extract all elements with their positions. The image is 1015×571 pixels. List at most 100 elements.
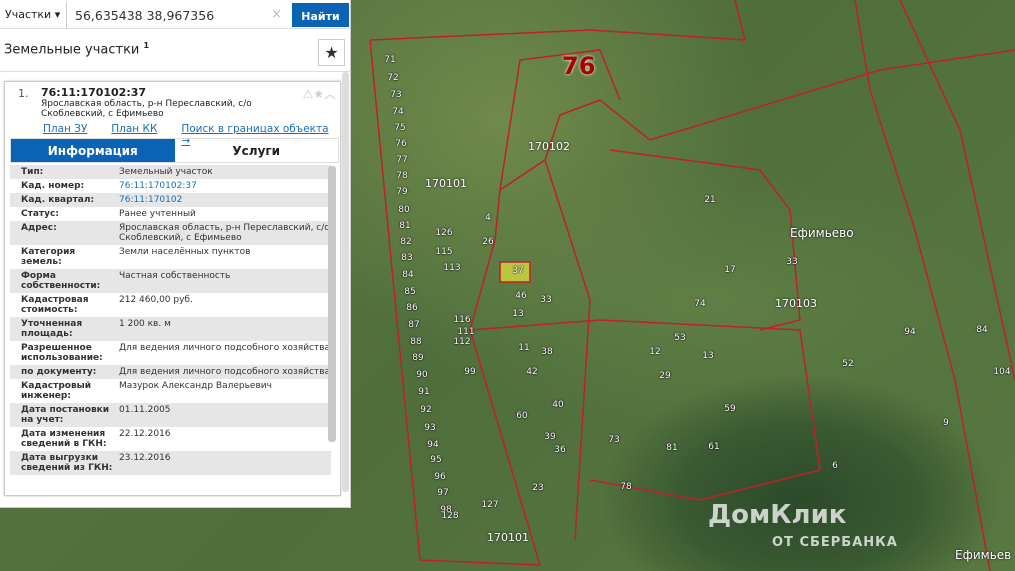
parcel-label[interactable]: 83 (401, 253, 412, 263)
parcel-label[interactable]: 60 (516, 411, 527, 421)
parcel-label[interactable]: 78 (620, 482, 631, 492)
search-type-select[interactable]: Участки ▾ (0, 2, 67, 28)
parcel-label[interactable]: 73 (390, 90, 401, 100)
parcel-label[interactable]: 96 (434, 472, 445, 482)
find-button[interactable]: Найти (292, 3, 349, 27)
parcel-label[interactable]: 74 (392, 107, 403, 117)
parcel-label[interactable]: 88 (410, 337, 421, 347)
parcel-label[interactable]: 104 (993, 367, 1010, 377)
info-value[interactable]: 76:11:170102 (114, 195, 331, 205)
village-label: Ефимьево (790, 226, 854, 240)
parcel-label[interactable]: 39 (544, 432, 555, 442)
parcel-label[interactable]: 71 (384, 55, 395, 65)
parcel-label[interactable]: 89 (412, 353, 423, 363)
parcel-label[interactable]: 53 (674, 333, 685, 343)
parcel-label[interactable]: 9 (943, 418, 949, 428)
result-cad-number[interactable]: 76:11:170102:37 (41, 86, 146, 99)
parcel-label[interactable]: 126 (435, 228, 452, 238)
parcel-label[interactable]: 116 (453, 315, 470, 325)
parcel-label[interactable]: 95 (430, 455, 441, 465)
parcel-label[interactable]: 74 (694, 299, 705, 309)
parcel-label[interactable]: 84 (402, 270, 413, 280)
info-value: 01.11.2005 (119, 405, 171, 415)
parcel-label[interactable]: 23 (532, 483, 543, 493)
parcel-label[interactable]: 77 (396, 155, 407, 165)
parcel-label[interactable]: 87 (408, 320, 419, 330)
info-key: Адрес: (21, 223, 57, 233)
parcel-label[interactable]: 81 (666, 443, 677, 453)
parcel-label[interactable]: 113 (443, 263, 460, 273)
parcel-label[interactable]: 85 (404, 287, 415, 297)
info-row: Дата выгрузки сведений из ГКН: 23.12.2016 (10, 451, 331, 475)
parcel-label[interactable]: 79 (396, 187, 407, 197)
warning-icon[interactable]: ⚠ (302, 87, 313, 101)
parcel-label[interactable]: 36 (554, 445, 565, 455)
parcel-label[interactable]: 81 (399, 221, 410, 231)
parcel-label[interactable]: 52 (842, 359, 853, 369)
parcel-label[interactable]: 6 (832, 461, 838, 471)
parcel-label[interactable]: 111 (457, 327, 474, 337)
parcel-label[interactable]: 93 (424, 423, 435, 433)
info-value: Мазурок Александр Валерьевич (119, 381, 272, 391)
parcel-label[interactable]: 91 (418, 387, 429, 397)
favorites-button[interactable]: ★ (318, 39, 345, 66)
info-value: Частная собственность (119, 271, 231, 281)
card-tabs: Информация Услуги (10, 138, 339, 163)
parcel-label[interactable]: 97 (437, 488, 448, 498)
parcel-label[interactable]: 78 (396, 171, 407, 181)
parcel-label[interactable]: 90 (416, 370, 427, 380)
parcel-label[interactable]: 99 (464, 367, 475, 377)
parcel-label[interactable]: 115 (435, 247, 452, 257)
watermark-sub: ОТ СБЕРБАНКА (772, 535, 898, 550)
parcel-label[interactable]: 4 (485, 213, 491, 223)
info-row: Форма собственности: Частная собственност… (10, 269, 331, 293)
parcel-label[interactable]: 17 (724, 265, 735, 275)
parcel-label[interactable]: 13 (702, 351, 713, 361)
outer-scrollbar[interactable] (342, 72, 349, 492)
parcel-label[interactable]: 82 (400, 237, 411, 247)
tab-services[interactable]: Услуги (175, 139, 339, 162)
parcel-label[interactable]: 37 (512, 266, 523, 276)
parcel-label[interactable]: 86 (406, 303, 417, 313)
inner-scrollbar[interactable] (328, 166, 336, 442)
collapse-icon[interactable]: ︿ (324, 87, 336, 101)
star-icon[interactable]: ★ (313, 87, 324, 101)
tab-info[interactable]: Информация (11, 139, 175, 162)
info-value[interactable]: 76:11:170102:37 (114, 181, 331, 191)
info-row: Кадастровый инженер: Мазурок Александр Ва… (10, 379, 331, 403)
parcel-label[interactable]: 84 (976, 325, 987, 335)
parcel-label[interactable]: 46 (515, 291, 526, 301)
parcel-label[interactable]: 112 (453, 337, 470, 347)
parcel-label[interactable]: 61 (708, 442, 719, 452)
parcel-label[interactable]: 75 (394, 123, 405, 133)
parcel-label[interactable]: 12 (649, 347, 660, 357)
parcel-label[interactable]: 13 (512, 309, 523, 319)
parcel-label[interactable]: 33 (786, 257, 797, 267)
info-key: Разрешенное использование: (21, 343, 103, 363)
parcel-label[interactable]: 40 (552, 400, 563, 410)
parcel-label[interactable]: 80 (398, 205, 409, 215)
info-key: Статус: (21, 209, 59, 219)
parcel-label[interactable]: 33 (540, 295, 551, 305)
parcel-label[interactable]: 42 (526, 367, 537, 377)
info-row: Тип: Земельный участок (10, 165, 331, 179)
result-index: 1. (18, 87, 29, 100)
parcel-label[interactable]: 38 (541, 347, 552, 357)
parcel-label[interactable]: 59 (724, 404, 735, 414)
parcel-label[interactable]: 11 (518, 343, 529, 353)
info-value: 1 200 кв. м (119, 319, 171, 329)
parcel-label[interactable]: 94 (904, 327, 915, 337)
parcel-label[interactable]: 29 (659, 371, 670, 381)
clear-icon[interactable]: × (271, 7, 282, 22)
parcel-label[interactable]: 73 (608, 435, 619, 445)
parcel-label[interactable]: 94 (427, 440, 438, 450)
parcel-label[interactable]: 128 (441, 511, 458, 521)
search-input[interactable]: 56,635438 38,967356 × (67, 2, 292, 28)
parcel-label[interactable]: 26 (482, 237, 493, 247)
parcel-label[interactable]: 127 (481, 500, 498, 510)
parcel-label[interactable]: 21 (704, 195, 715, 205)
parcel-label[interactable]: 76 (395, 139, 406, 149)
parcel-label[interactable]: 92 (420, 405, 431, 415)
parcel-label[interactable]: 72 (387, 73, 398, 83)
search-panel: Участки ▾ 56,635438 38,967356 × Найти Зем… (0, 0, 351, 508)
